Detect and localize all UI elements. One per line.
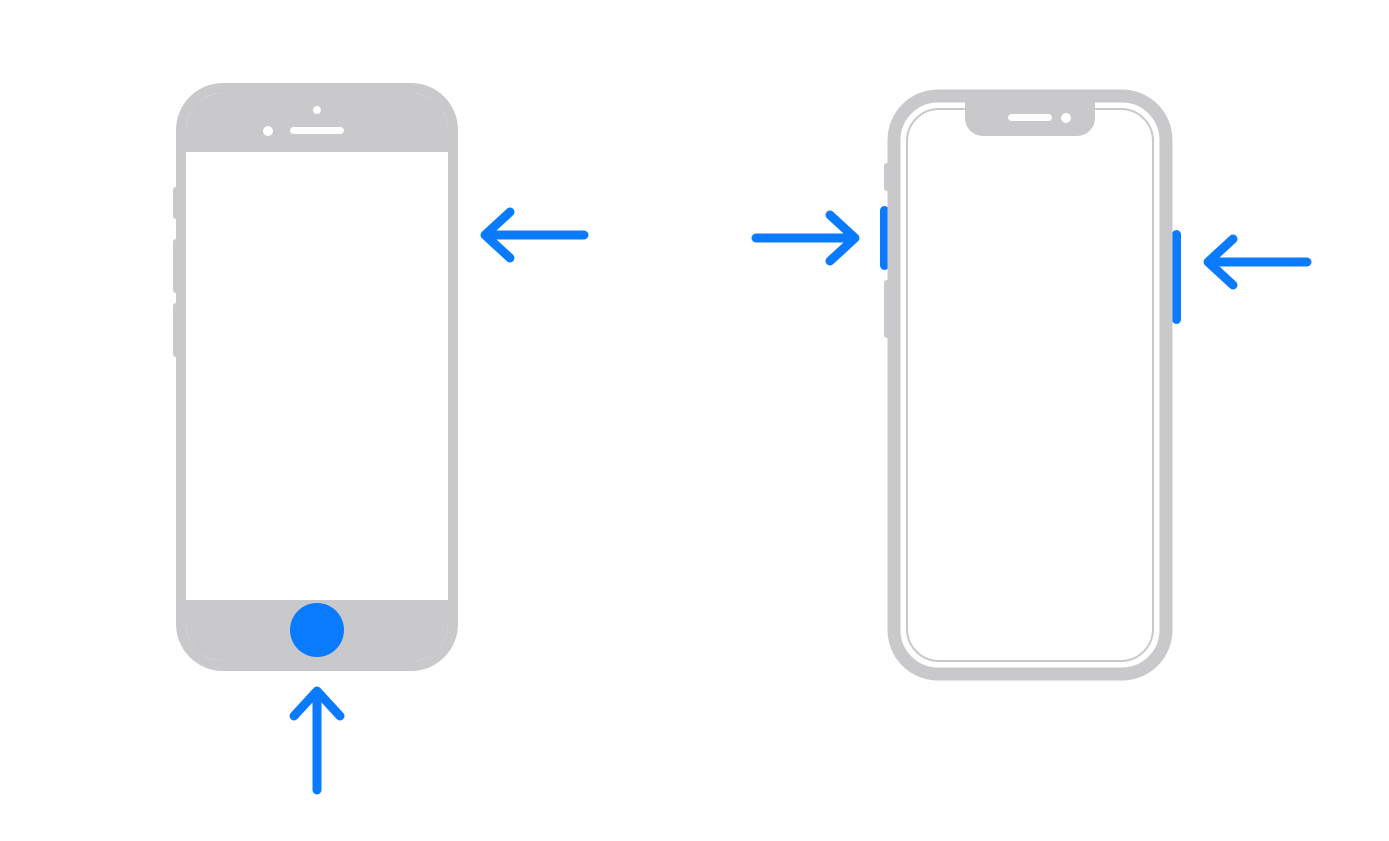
screenshot-diagram: [0, 0, 1389, 841]
side-button-highlight: [1172, 230, 1181, 324]
arrow-left-to-side-button-right-phone: [1208, 239, 1307, 285]
proximity-sensor: [263, 126, 273, 136]
volume-down-button: [884, 280, 890, 338]
arrow-right-to-volume-button: [756, 215, 855, 261]
front-camera: [1061, 113, 1071, 123]
screen-frame: [907, 109, 1153, 661]
earpiece: [290, 127, 344, 134]
home-button-highlight: [290, 603, 344, 657]
volume-down-button: [173, 303, 179, 357]
front-camera: [313, 106, 321, 114]
top-bezel: [186, 93, 448, 152]
mute-switch: [884, 163, 890, 191]
iphone-face-id: [880, 96, 1181, 674]
earpiece: [1008, 114, 1052, 121]
iphone-home-button: [173, 88, 458, 666]
arrow-left-to-side-button: [485, 212, 584, 258]
arrow-up-to-home-button: [294, 691, 340, 790]
volume-up-button: [173, 239, 179, 293]
mute-switch: [173, 187, 179, 219]
phone-screen: [193, 152, 441, 600]
